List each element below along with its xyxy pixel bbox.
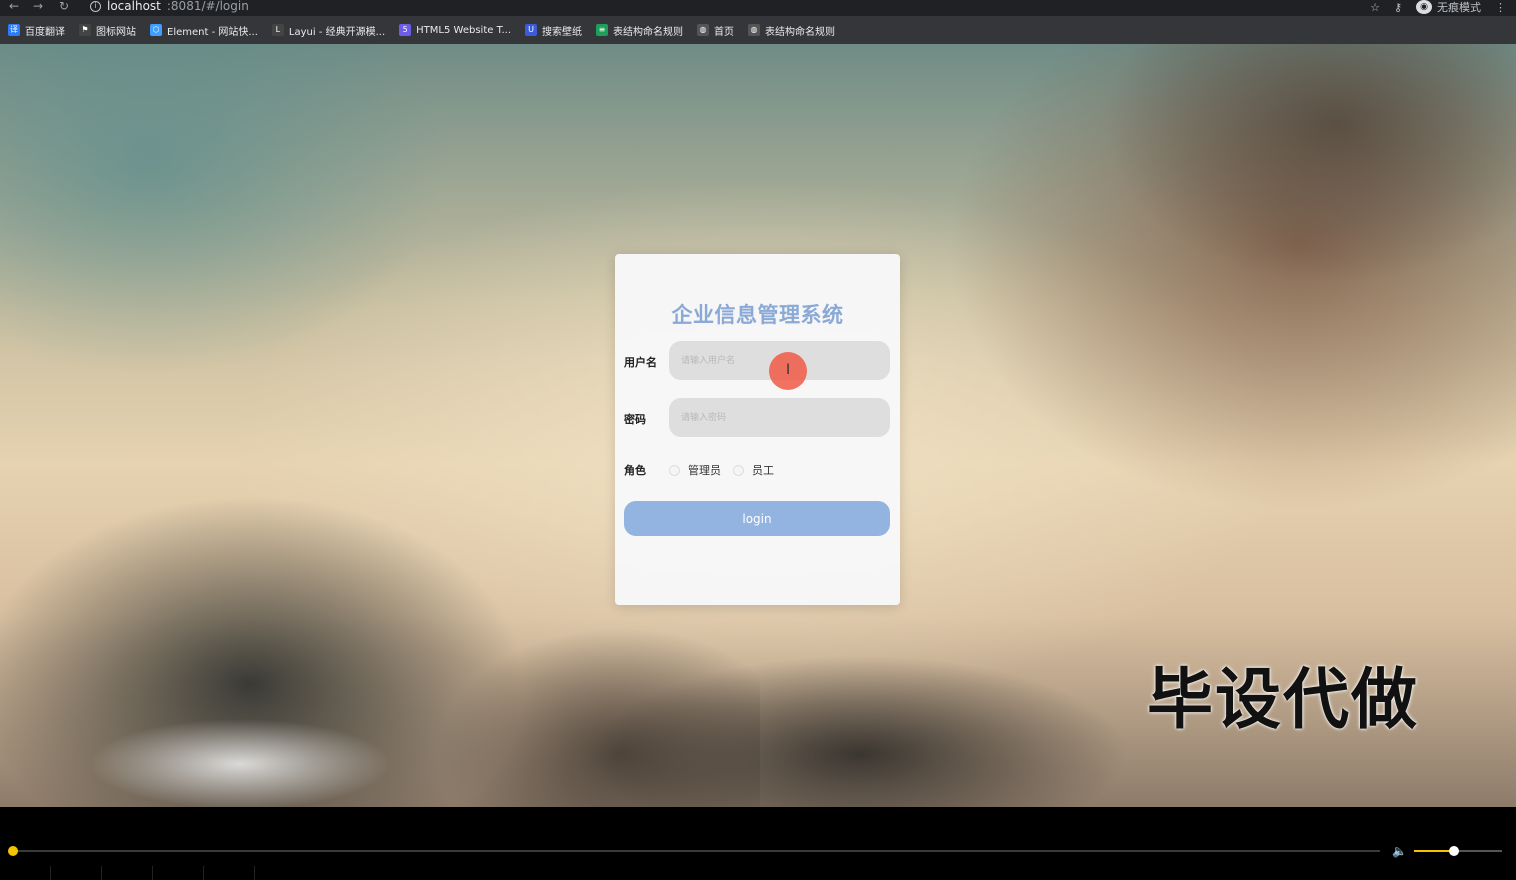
background-snow xyxy=(60,704,420,807)
incognito-icon: ◉ xyxy=(1416,0,1432,14)
bookmark-item[interactable]: ◍ 首页 xyxy=(697,23,734,38)
layui-icon: L xyxy=(271,24,284,36)
password-label: 密码 xyxy=(624,413,646,426)
bookmark-item[interactable]: 译百度翻译 xyxy=(8,23,65,38)
incognito-indicator[interactable]: ◉ 无痕模式 xyxy=(1416,0,1481,15)
player-segments xyxy=(0,866,1516,880)
bookmark-label: 图标网站 xyxy=(96,26,136,38)
radio-circle-icon[interactable] xyxy=(733,464,744,476)
radio-circle-icon[interactable] xyxy=(669,464,680,476)
more-menu-icon[interactable]: ⋮ xyxy=(1495,1,1506,14)
role-radio-admin[interactable]: 管理员 xyxy=(669,462,721,478)
bookmark-item[interactable]: U 搜索壁纸 xyxy=(525,23,582,38)
bookmark-label: 表结构命名规则 xyxy=(613,26,684,38)
bookmark-item[interactable]: ≡ 表结构命名规则 xyxy=(596,23,683,38)
segment xyxy=(0,866,51,880)
element-icon: ⬡ xyxy=(150,24,162,36)
bookmark-label: HTML5 Website T... xyxy=(416,24,512,36)
html5-icon: 5 xyxy=(399,24,412,36)
bookmark-label: Layui - 经典开源模... xyxy=(288,26,386,38)
bookmark-label: 表结构命名规则 xyxy=(765,26,836,38)
role-option-label: 员工 xyxy=(752,464,774,477)
flag-icon: ⚑ xyxy=(79,24,91,36)
bookmark-item[interactable]: ⬡ Element - 网站快... xyxy=(150,23,258,38)
seek-track[interactable] xyxy=(14,850,1380,852)
background-forest xyxy=(480,604,1240,807)
bookmark-item[interactable]: ⚑ 图标网站 xyxy=(79,23,136,38)
volume-icon[interactable]: 🔈 xyxy=(1392,844,1407,858)
bookmark-item[interactable]: L Layui - 经典开源模... xyxy=(271,23,386,38)
address-bar[interactable]: i localhost :8081/#/login xyxy=(90,0,249,14)
baidu-translate-icon: 译 xyxy=(8,24,20,36)
volume-fill xyxy=(1414,850,1454,852)
bookmark-label: Element - 网站快... xyxy=(167,26,258,38)
role-option-label: 管理员 xyxy=(688,464,721,477)
username-label: 用户名 xyxy=(624,356,657,369)
key-icon[interactable]: ⚷ xyxy=(1394,1,1402,14)
video-player-bar: 🔈 xyxy=(0,807,1516,880)
table-icon: ≡ xyxy=(596,24,609,36)
role-radio-group: 管理员 员工 xyxy=(669,462,774,478)
bookmark-item[interactable]: ◍ 表结构命名规则 xyxy=(748,23,835,38)
bookmark-label: 搜索壁纸 xyxy=(542,26,583,38)
text-cursor-icon: I xyxy=(786,362,791,378)
segment xyxy=(153,866,204,880)
seek-handle[interactable] xyxy=(8,846,18,856)
bookmark-label: 百度翻译 xyxy=(25,26,65,38)
segment xyxy=(102,866,153,880)
browser-toolbar: ← → ↻ i localhost :8081/#/login ☆ ⚷ ◉ 无痕模… xyxy=(0,0,1516,16)
segment xyxy=(51,866,102,880)
back-arrow-icon[interactable]: ← xyxy=(6,0,22,14)
login-card: 企业信息管理系统 用户名 密码 角色 管理员 员工 login xyxy=(615,254,900,605)
page-title: 企业信息管理系统 xyxy=(671,303,844,327)
password-input[interactable] xyxy=(669,398,890,437)
login-button[interactable]: login xyxy=(624,501,890,536)
star-icon[interactable]: ☆ xyxy=(1370,1,1380,14)
forward-arrow-icon[interactable]: → xyxy=(30,0,46,14)
bookmarks-bar: 译百度翻译 ⚑ 图标网站 ⬡ Element - 网站快... L Layui - 经典开源… xyxy=(0,16,1516,44)
url-path: :8081/#/login xyxy=(166,0,249,13)
globe-icon: ◍ xyxy=(748,24,761,36)
watermark-text: 毕设代做 xyxy=(1147,661,1419,738)
background-forest xyxy=(956,44,1516,344)
login-page-background: 企业信息管理系统 用户名 密码 角色 管理员 员工 login I 毕设代做 xyxy=(0,44,1516,807)
incognito-label: 无痕模式 xyxy=(1437,1,1481,14)
volume-handle[interactable] xyxy=(1449,846,1459,856)
wallpaper-icon: U xyxy=(525,24,538,36)
bookmark-label: 首页 xyxy=(714,26,735,38)
role-radio-employee[interactable]: 员工 xyxy=(733,462,774,478)
reload-icon[interactable]: ↻ xyxy=(56,0,72,14)
bookmark-item[interactable]: 5 HTML5 Website T... xyxy=(399,24,511,36)
role-label: 角色 xyxy=(624,464,646,477)
globe-icon: ◍ xyxy=(697,24,710,36)
info-icon: i xyxy=(90,0,101,12)
url-host: localhost xyxy=(107,0,161,13)
segment xyxy=(204,866,255,880)
